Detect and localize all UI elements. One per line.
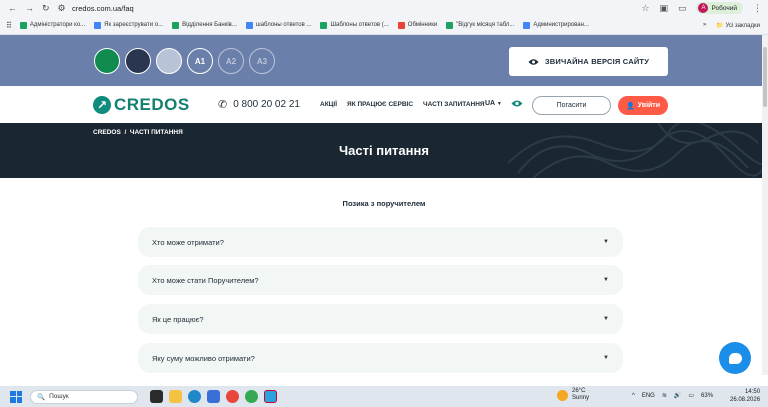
taskbar-search[interactable]: 🔍 Пошук [30, 389, 138, 404]
weather-widget[interactable]: 26°C Sunny [557, 388, 589, 402]
chrome-icon[interactable] [226, 390, 239, 403]
sidepanel-icon[interactable]: ▭ [678, 3, 687, 14]
more-bookmarks-icon[interactable]: » [703, 22, 706, 28]
faq-section-title: Позика з поручителем [342, 199, 426, 208]
browser-toolbar: ← → ↻ ⚙ credos.com.ua/faq ☆ ▣ ▭ А Робочи… [0, 0, 768, 16]
user-icon: 👤 [625, 102, 635, 110]
font-size-a1[interactable]: A1 [187, 48, 213, 74]
bookmark-item[interactable]: Администрирован... [523, 21, 589, 29]
bookmark-favicon-icon [523, 21, 531, 29]
color-scheme-dark[interactable] [125, 48, 151, 74]
site-info-icon[interactable]: ⚙ [58, 3, 66, 14]
phone-link[interactable]: ✆ 0 800 20 02 21 [218, 98, 300, 111]
input-language[interactable]: ENG [642, 393, 655, 399]
logo-mark-icon: ↗ [93, 96, 111, 114]
bookmark-favicon-icon [245, 21, 253, 29]
store-icon[interactable] [207, 390, 220, 403]
color-scheme-light[interactable] [156, 48, 182, 74]
color-scheme-green[interactable] [94, 48, 120, 74]
chevron-down-icon: ▼ [496, 101, 502, 107]
chat-button[interactable] [719, 342, 751, 374]
bookmark-favicon-icon [320, 21, 328, 29]
page-title: Часті питання [339, 143, 429, 158]
repay-button[interactable]: Погасити [532, 96, 611, 115]
page-hero: CREDOS / ЧАСТІ ПИТАННЯ Часті питання [0, 123, 768, 178]
bookmark-item[interactable]: Як зареєструвати о... [94, 21, 163, 29]
tray-chevron-icon[interactable]: ^ [632, 393, 635, 399]
file-explorer-icon[interactable] [169, 390, 182, 403]
wifi-icon[interactable]: ≋ [662, 392, 667, 399]
task-view-icon[interactable] [150, 390, 163, 403]
bookmark-favicon-icon [397, 21, 405, 29]
eye-icon [528, 58, 539, 65]
system-tray: ^ ENG ≋ 🔊 ▭ 63% [632, 392, 714, 400]
site-header: ↗ CREDOS ✆ 0 800 20 02 21 АКЦІЇ ЯК ПРАЦЮ… [0, 86, 768, 123]
font-size-a2[interactable]: A2 [218, 48, 244, 74]
reload-icon[interactable]: ↻ [42, 3, 50, 14]
bookmark-item[interactable]: шаблоны ответов ... [245, 21, 311, 29]
battery-icon[interactable]: ▭ [688, 392, 694, 399]
battery-percent: 63% [701, 392, 714, 399]
menu-icon[interactable]: ⋮ [753, 3, 762, 14]
breadcrumb-current: ЧАСТІ ПИТАННЯ [129, 129, 183, 136]
chrome-profile-icon[interactable] [245, 390, 258, 403]
menu-item-promotions[interactable]: АКЦІЇ [320, 101, 337, 108]
bookmark-favicon-icon [19, 21, 27, 29]
normal-version-button[interactable]: ЗВИЧАЙНА ВЕРСІЯ САЙТУ [509, 47, 668, 76]
search-icon: 🔍 [37, 393, 46, 401]
apps-icon[interactable]: ⠿ [6, 21, 12, 30]
faq-item[interactable]: Хто може отримати? ▼ [138, 227, 623, 257]
normal-version-label: ЗВИЧАЙНА ВЕРСІЯ САЙТУ [544, 57, 650, 66]
menu-item-how-it-works[interactable]: ЯК ПРАЦЮЄ СЕРВІС [347, 101, 413, 108]
bookmark-favicon-icon [446, 21, 454, 29]
star-icon[interactable]: ☆ [641, 3, 649, 14]
forward-icon[interactable]: → [25, 3, 34, 13]
font-size-a3[interactable]: A3 [249, 48, 275, 74]
login-button[interactable]: 👤 Увійти [618, 96, 668, 115]
logo[interactable]: ↗ CREDOS [93, 95, 190, 115]
bookmarks-bar: ⠿ Адміністратори ко... Як зареєструвати о… [0, 16, 768, 35]
chevron-down-icon: ▼ [603, 316, 609, 322]
edge-icon[interactable] [188, 390, 201, 403]
faq-item[interactable]: Хто може стати Поручителем? ▼ [138, 265, 623, 295]
chevron-down-icon: ▼ [603, 277, 609, 283]
bookmark-favicon-icon [172, 21, 180, 29]
faq-item[interactable]: Як це працює? ▼ [138, 304, 623, 334]
clock[interactable]: 14:50 26.08.2026 [730, 388, 760, 404]
nav-buttons: ← → ↻ ⚙ [0, 3, 68, 14]
all-bookmarks[interactable]: 📁 Усі закладки [716, 22, 760, 29]
back-icon[interactable]: ← [8, 3, 17, 13]
profile-name: Робочий [711, 4, 737, 12]
chevron-down-icon: ▼ [603, 239, 609, 245]
telegram-icon[interactable] [264, 390, 277, 403]
chevron-down-icon: ▼ [603, 355, 609, 361]
accessibility-eye-icon[interactable] [511, 99, 523, 108]
bookmark-favicon-icon [94, 21, 102, 29]
main-menu: АКЦІЇ ЯК ПРАЦЮЄ СЕРВІС ЧАСТІ ЗАПИТАННЯ [320, 101, 485, 108]
windows-start-icon[interactable] [10, 390, 22, 403]
breadcrumb: CREDOS / ЧАСТІ ПИТАННЯ [93, 129, 183, 136]
page-scrollbar[interactable] [762, 35, 768, 375]
bookmark-item[interactable]: "Відгук місяця табл... [446, 21, 514, 29]
bookmark-item[interactable]: Адміністратори ко... [19, 21, 85, 29]
accessibility-bar: A1 A2 A3 ЗВИЧАЙНА ВЕРСІЯ САЙТУ [0, 35, 768, 86]
phone-icon: ✆ [218, 99, 228, 111]
volume-icon[interactable]: 🔊 [674, 392, 681, 399]
extensions-icon[interactable]: ▣ [659, 3, 668, 14]
profile-button[interactable]: А Робочий [696, 2, 743, 14]
menu-item-faq[interactable]: ЧАСТІ ЗАПИТАННЯ [423, 101, 485, 108]
breadcrumb-home[interactable]: CREDOS [93, 129, 121, 136]
chat-icon [728, 352, 742, 364]
sun-icon [557, 389, 568, 401]
bookmark-item[interactable]: Шаблоны ответов (... [320, 21, 389, 29]
bookmark-item[interactable]: Обмінники [397, 21, 437, 29]
scrollbar-thumb[interactable] [763, 47, 767, 107]
faq-item[interactable]: Яку суму можливо отримати? ▼ [138, 343, 623, 373]
address-bar[interactable]: credos.com.ua/faq [72, 4, 134, 13]
avatar: А [698, 3, 709, 13]
bookmark-item[interactable]: Відділення Банків... [172, 21, 237, 29]
taskbar: 🔍 Пошук 26°C Sunny ^ ENG ≋ 🔊 ▭ 63% 14:50 … [0, 386, 768, 407]
language-select[interactable]: UA ▼ [485, 100, 502, 107]
